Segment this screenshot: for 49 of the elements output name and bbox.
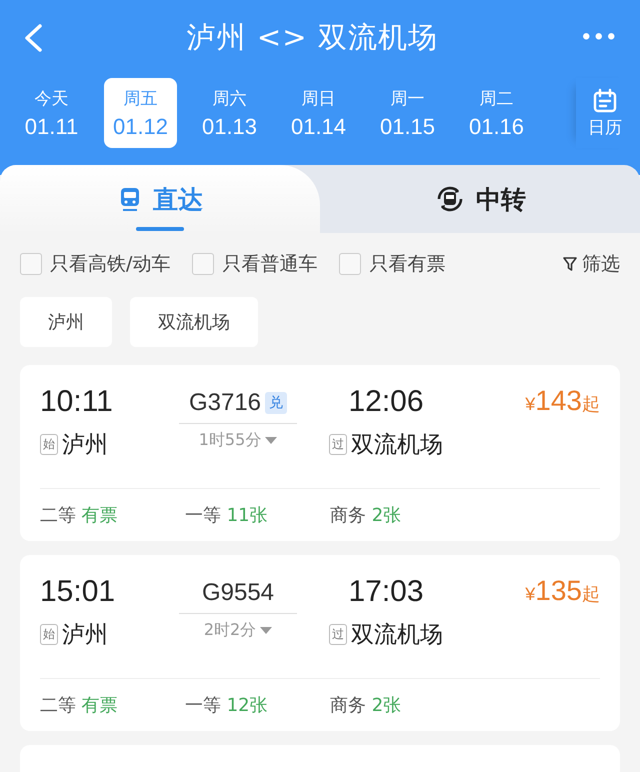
filter-button[interactable]: 筛选 bbox=[562, 251, 620, 277]
arrival-station: 双流机场 bbox=[351, 621, 443, 650]
back-icon[interactable] bbox=[22, 22, 44, 52]
date-tab[interactable]: 周一 01.15 bbox=[371, 78, 444, 148]
departure-station: 泸州 bbox=[62, 431, 108, 460]
filter-checkbox[interactable]: 只看普通车 bbox=[192, 251, 318, 277]
mode-tab[interactable]: 直达 bbox=[0, 165, 320, 233]
date-tab[interactable]: 周五 01.12 bbox=[104, 78, 177, 148]
train-number: G9554 bbox=[202, 579, 274, 607]
mode-tab[interactable]: 中转 bbox=[320, 165, 640, 233]
more-button[interactable]: ••• bbox=[580, 27, 618, 48]
date-tab[interactable]: 周六 01.13 bbox=[193, 78, 266, 148]
station-tag: 始 bbox=[40, 434, 58, 455]
train-card[interactable]: 10:11 始 泸州 G3716 兑 1时55分 12:06 过 双流机场 ¥143起 二等 有票 一等 11张 商务 2张 bbox=[20, 365, 620, 541]
departure-time: 10:11 bbox=[40, 385, 114, 420]
caret-icon bbox=[260, 626, 272, 634]
train-badge: 兑 bbox=[265, 392, 288, 414]
seat-availability: 二等 有票 bbox=[40, 694, 119, 717]
seat-availability: 二等 有票 bbox=[40, 504, 119, 527]
arrival-station: 双流机场 bbox=[351, 431, 443, 460]
filter-icon bbox=[562, 255, 578, 273]
station-tag: 过 bbox=[329, 624, 347, 645]
price: ¥135起 bbox=[525, 575, 600, 607]
calendar-icon bbox=[592, 88, 618, 114]
page-title: 泸州 <> 双流机场 bbox=[186, 18, 438, 56]
seat-availability: 商务 2张 bbox=[330, 694, 402, 717]
station-tag: 过 bbox=[329, 434, 347, 455]
date-tab[interactable]: 今天 01.11 bbox=[15, 78, 88, 148]
train-card[interactable]: 15:01 始 泸州 G9554 2时2分 17:03 过 双流机场 ¥135起 二等 有票 一等 12张 商务 2张 bbox=[20, 555, 620, 731]
price: ¥143起 bbox=[525, 385, 600, 417]
departure-station: 泸州 bbox=[62, 621, 108, 650]
duration-dropdown[interactable]: 1时55分 bbox=[198, 430, 278, 451]
caret-icon bbox=[265, 436, 278, 444]
seat-availability: 一等 12张 bbox=[185, 694, 269, 717]
departure-time: 15:01 bbox=[40, 575, 116, 610]
duration-dropdown[interactable]: 2时2分 bbox=[204, 620, 272, 641]
date-tab[interactable]: 周日 01.14 bbox=[282, 78, 355, 148]
station-chip[interactable]: 泸州 bbox=[20, 297, 112, 347]
date-tab[interactable]: 周二 01.16 bbox=[460, 78, 533, 148]
seat-availability: 商务 2张 bbox=[330, 504, 402, 527]
filter-checkbox[interactable]: 只看有票 bbox=[339, 251, 446, 277]
arrival-time: 12:06 bbox=[348, 385, 424, 420]
calendar-button[interactable]: 日历 bbox=[576, 78, 634, 148]
filter-checkbox[interactable]: 只看高铁/动车 bbox=[20, 251, 170, 277]
seat-availability: 一等 11张 bbox=[185, 504, 269, 527]
train-number: G3716 bbox=[188, 389, 262, 417]
station-chip[interactable]: 双流机场 bbox=[130, 297, 258, 347]
station-tag: 始 bbox=[40, 624, 58, 645]
arrival-time: 17:03 bbox=[348, 575, 424, 610]
